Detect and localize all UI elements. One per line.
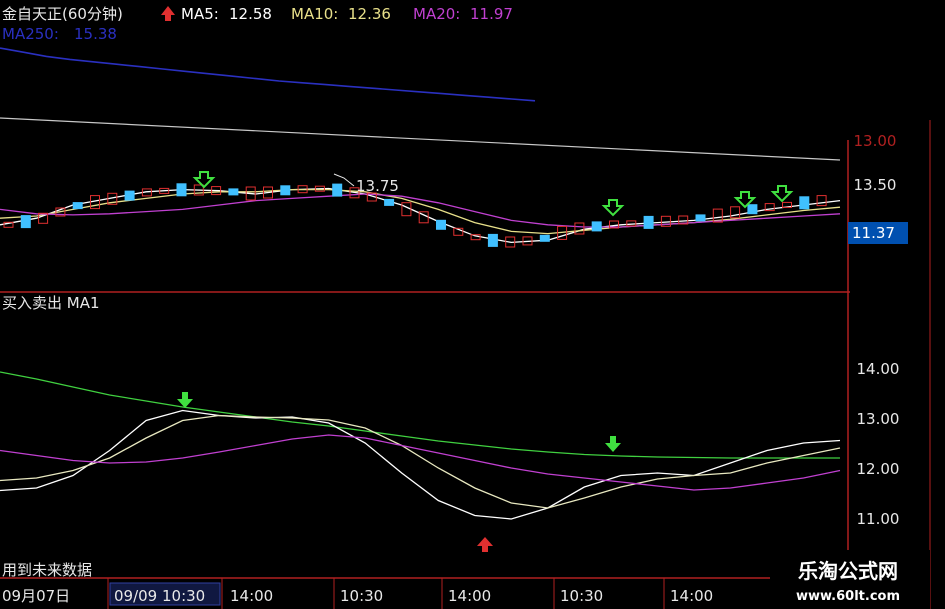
time-label-3: 10:30 [340,587,383,605]
time-label-2: 14:00 [230,587,273,605]
ma250-line [0,47,536,102]
ma20-value: 11.97 [470,5,513,23]
high-annotation: 13.75 [356,177,399,195]
candle [436,219,446,230]
slow-line [0,414,841,509]
indicator-series-group [0,371,841,520]
candle [591,221,602,232]
sell-arrow-icon [177,392,193,408]
chart-root: 金自天正(60分钟) MA5: 12.58 MA10: 12.36 MA20: … [0,0,945,609]
ma20-label: MA20: [413,5,460,23]
stock-chart: 金自天正(60分钟) MA5: 12.58 MA10: 12.36 MA20: … [0,5,931,609]
watermark-title: 乐淘公式网 [798,559,898,583]
indicator-label: 买入卖出 MA1 [2,294,100,312]
ma10-label: MA10: [291,5,338,23]
ind-tick-1100: 11.00 [857,510,900,528]
buy-arrow-icon [477,537,493,552]
time-label-0: 09月07日 [2,587,70,605]
price-series-group [0,47,841,244]
current-price-value: 11.37 [852,224,895,242]
candle [20,215,31,229]
time-label-6: 14:00 [670,587,713,605]
candle [124,190,135,201]
ma10-value: 12.36 [348,5,391,23]
price-tick-1300: 13.00 [854,132,897,150]
fast-line [0,409,841,520]
chart-title: 金自天正(60分钟) [2,5,123,23]
signal-line [0,434,841,491]
candle [384,198,395,206]
candle [643,215,654,229]
ind-tick-1200: 12.00 [857,460,900,478]
sell-arrow-icon [601,199,625,217]
slow-ma-line [0,117,841,161]
ind-tick-1400: 14.00 [857,360,900,378]
time-label-5: 10:30 [560,587,603,605]
time-label-4: 14:00 [448,587,491,605]
candle [695,214,706,222]
candle [816,195,827,207]
candle [72,202,83,210]
candle [332,183,343,197]
candlestick-group [3,183,827,248]
ma5-value: 12.58 [229,5,272,23]
lower-sell-arrows [177,392,621,452]
ma250-value: 15.38 [74,25,117,43]
ma250-label: MA250: [2,25,59,43]
time-label-1: 09/09 10:30 [114,587,205,605]
candle [574,222,585,235]
ind-tick-1300: 13.00 [857,410,900,428]
watermark-url: www.60lt.com [796,589,900,604]
candle [176,183,187,197]
candle [280,185,291,196]
future-data-note: 用到未来数据 [2,561,92,579]
candle [539,234,550,242]
candle [747,204,758,215]
up-arrow-icon [161,6,175,21]
ma5-label: MA5: [181,5,219,23]
candle [799,196,810,210]
price-tick-1350: 13.50 [854,176,897,194]
candle [487,233,498,247]
ma1-line [0,371,840,459]
candle [228,188,239,196]
sell-arrow-icon [770,185,794,203]
sell-arrow-icon [605,436,621,452]
